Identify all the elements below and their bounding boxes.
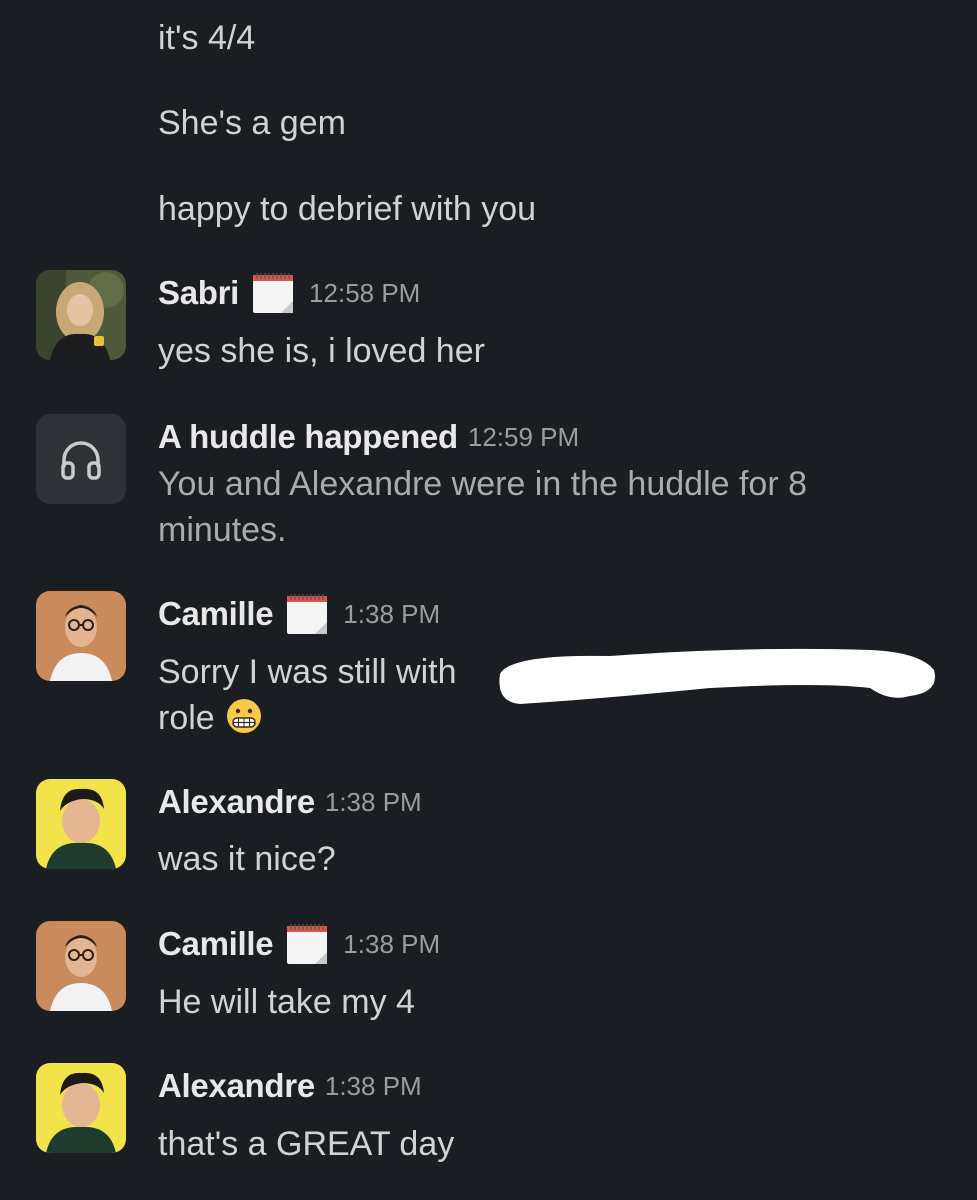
- message-text: Sorry I was still with: [158, 653, 457, 691]
- grimacing-face-emoji: [225, 697, 263, 735]
- sender-name[interactable]: Camille: [158, 595, 274, 633]
- message-text: He will take my 4: [158, 983, 415, 1021]
- avatar-photo: [36, 591, 126, 681]
- redaction-mark: [490, 636, 942, 708]
- sender-name[interactable]: Camille: [158, 925, 274, 963]
- message-text: it's 4/4: [158, 19, 256, 57]
- avatar-alexandre[interactable]: [36, 779, 126, 869]
- message-header: Alexandre 1:38 PM: [158, 780, 422, 824]
- calendar-icon: [285, 922, 329, 966]
- message-text: was it nice?: [158, 840, 336, 878]
- message-timestamp[interactable]: 1:38 PM: [325, 787, 422, 818]
- avatar-photo: [36, 1063, 126, 1153]
- huddle-icon-container: [36, 414, 126, 504]
- headphones-icon: [61, 441, 101, 480]
- avatar-photo: [36, 270, 126, 360]
- avatar-photo: [36, 779, 126, 869]
- message-header: Camille 1:38 PM: [158, 592, 440, 636]
- message-timestamp[interactable]: 1:38 PM: [325, 1071, 422, 1102]
- message-text-line: role: [158, 695, 263, 741]
- huddle-description: minutes.: [158, 511, 287, 549]
- message-header: Sabri 12:58 PM: [158, 271, 420, 315]
- message-timestamp[interactable]: 12:59 PM: [468, 422, 579, 453]
- huddle-title[interactable]: A huddle happened: [158, 418, 458, 456]
- avatar-alexandre[interactable]: [36, 1063, 126, 1153]
- message-header: Alexandre 1:38 PM: [158, 1064, 422, 1108]
- sender-name[interactable]: Alexandre: [158, 783, 315, 821]
- avatar-sabri[interactable]: [36, 270, 126, 360]
- calendar-icon: [285, 592, 329, 636]
- huddle-description: You and Alexandre were in the huddle for…: [158, 465, 808, 503]
- sender-name[interactable]: Alexandre: [158, 1067, 315, 1105]
- message-text: happy to debrief with you: [158, 190, 537, 228]
- avatar-photo: [36, 921, 126, 1011]
- message-timestamp[interactable]: 1:38 PM: [343, 599, 440, 630]
- message-timestamp[interactable]: 12:58 PM: [309, 278, 420, 309]
- message-text: yes she is, i loved her: [158, 332, 485, 370]
- avatar-camille[interactable]: [36, 921, 126, 1011]
- message-header: Camille 1:38 PM: [158, 922, 440, 966]
- message-timestamp[interactable]: 1:38 PM: [343, 929, 440, 960]
- message-text: role: [158, 699, 215, 737]
- message-header: A huddle happened 12:59 PM: [158, 415, 579, 459]
- avatar-camille[interactable]: [36, 591, 126, 681]
- calendar-icon: [251, 271, 295, 315]
- message-text: She's a gem: [158, 104, 346, 142]
- message-text: that's a GREAT day: [158, 1125, 455, 1163]
- sender-name[interactable]: Sabri: [158, 274, 239, 312]
